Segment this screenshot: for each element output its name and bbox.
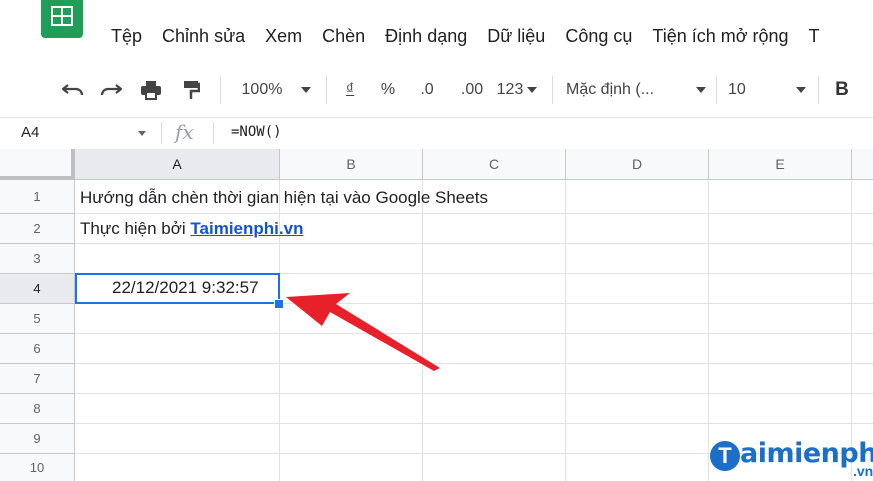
formula-divider — [161, 122, 162, 144]
cell-a2-text: Thực hiện bởi — [80, 219, 186, 238]
taimienphi-link[interactable]: Taimienphi.vn — [190, 219, 303, 238]
toolbar-divider — [716, 76, 717, 104]
column-header-c[interactable]: C — [423, 149, 566, 180]
grid-line — [565, 180, 566, 481]
menu-data[interactable]: Dữ liệu — [487, 26, 545, 52]
column-header-d[interactable]: D — [566, 149, 709, 180]
cell-a4-value: 22/12/2021 9:32:57 — [112, 278, 259, 297]
column-header-a[interactable]: A — [75, 149, 280, 180]
undo-icon[interactable] — [60, 78, 86, 102]
row-header-9[interactable]: 9 — [0, 424, 75, 454]
percent-button[interactable]: % — [378, 78, 398, 102]
column-header-f[interactable] — [852, 149, 873, 180]
row-header-1[interactable]: 1 — [0, 180, 75, 214]
zoom-select[interactable]: 100% — [238, 78, 286, 102]
chevron-down-icon — [796, 87, 806, 93]
grid-line — [75, 363, 873, 364]
row-header-10[interactable]: 10 — [0, 454, 75, 481]
more-formats-button[interactable]: 123 — [494, 78, 540, 102]
menu-extensions[interactable]: Tiện ích mở rộng — [652, 26, 788, 52]
grid-line — [75, 243, 873, 244]
menu-bar: Tệp Chỉnh sửa Xem Chèn Định dạng Dữ liệu… — [111, 26, 840, 52]
row-header-3[interactable]: 3 — [0, 244, 75, 274]
zoom-value: 100% — [241, 81, 283, 98]
name-box[interactable]: A4 — [21, 124, 39, 141]
cell-a2[interactable]: Thực hiện bởi Taimienphi.vn — [80, 219, 303, 239]
chevron-down-icon[interactable] — [138, 131, 146, 136]
increase-decimal-button[interactable]: .00 — [452, 78, 492, 102]
decrease-decimal-label: .0 — [420, 81, 434, 98]
grid-line — [708, 180, 709, 481]
row-header-5[interactable]: 5 — [0, 304, 75, 334]
grid-line — [75, 333, 873, 334]
menu-edit[interactable]: Chỉnh sửa — [162, 26, 245, 52]
chevron-down-icon — [696, 87, 706, 93]
app-header: Tệp Chỉnh sửa Xem Chèn Định dạng Dữ liệu… — [0, 0, 873, 60]
toolbar-divider — [220, 76, 221, 104]
watermark-suffix: .vn — [853, 463, 873, 479]
row-header-6[interactable]: 6 — [0, 334, 75, 364]
formula-input[interactable]: =NOW() — [231, 124, 282, 140]
sheets-logo-icon[interactable] — [41, 0, 83, 38]
fx-icon: fx — [175, 120, 194, 144]
bold-button[interactable]: B — [830, 78, 854, 102]
formula-divider — [213, 122, 214, 144]
menu-tools[interactable]: Công cụ — [565, 26, 632, 52]
cell-a1[interactable]: Hướng dẫn chèn thời gian hiện tại vào Go… — [80, 188, 488, 208]
grid-line — [75, 213, 873, 214]
taimienphi-logo-icon: T — [710, 441, 740, 471]
font-value: Mặc định (... — [566, 81, 655, 98]
column-header-b[interactable]: B — [280, 149, 423, 180]
print-icon[interactable] — [138, 78, 164, 102]
grid-line — [75, 393, 873, 394]
font-size-select[interactable]: 10 — [728, 78, 806, 102]
row-header-8[interactable]: 8 — [0, 394, 75, 424]
more-formats-label: 123 — [496, 81, 524, 98]
decrease-decimal-button[interactable]: .0 — [410, 78, 444, 102]
menu-format[interactable]: Định dạng — [385, 26, 467, 52]
menu-insert[interactable]: Chèn — [322, 26, 365, 52]
spreadsheet-grid: A B C D E 1 2 3 4 5 6 7 8 9 10 Hướng dẫn… — [0, 149, 873, 481]
chevron-down-icon[interactable] — [296, 78, 316, 102]
toolbar-divider — [818, 76, 819, 104]
row-header-4[interactable]: 4 — [0, 274, 75, 304]
taimienphi-watermark: T aimienphi .vn — [710, 434, 873, 481]
redo-icon[interactable] — [98, 78, 124, 102]
row-header-2[interactable]: 2 — [0, 214, 75, 244]
row-header-7[interactable]: 7 — [0, 364, 75, 394]
toolbar-divider — [326, 76, 327, 104]
paint-format-icon[interactable] — [178, 78, 204, 102]
currency-button[interactable]: ₫ — [340, 78, 360, 102]
red-arrow-annotation — [286, 293, 440, 371]
column-header-e[interactable]: E — [709, 149, 852, 180]
menu-view[interactable]: Xem — [265, 26, 302, 52]
formula-bar: A4 fx =NOW() — [0, 117, 873, 150]
toolbar-divider — [552, 76, 553, 104]
select-all-corner[interactable] — [0, 149, 75, 180]
menu-file[interactable]: Tệp — [111, 26, 142, 52]
chevron-down-icon — [527, 87, 538, 93]
increase-decimal-label: .00 — [460, 81, 484, 98]
grid-line — [75, 423, 873, 424]
menu-help[interactable]: T — [809, 26, 820, 52]
font-select[interactable]: Mặc định (... — [566, 78, 706, 102]
font-size-value: 10 — [728, 81, 746, 98]
toolbar: 100% ₫ % .0 .00 123 Mặc định (... 10 B — [0, 64, 873, 114]
